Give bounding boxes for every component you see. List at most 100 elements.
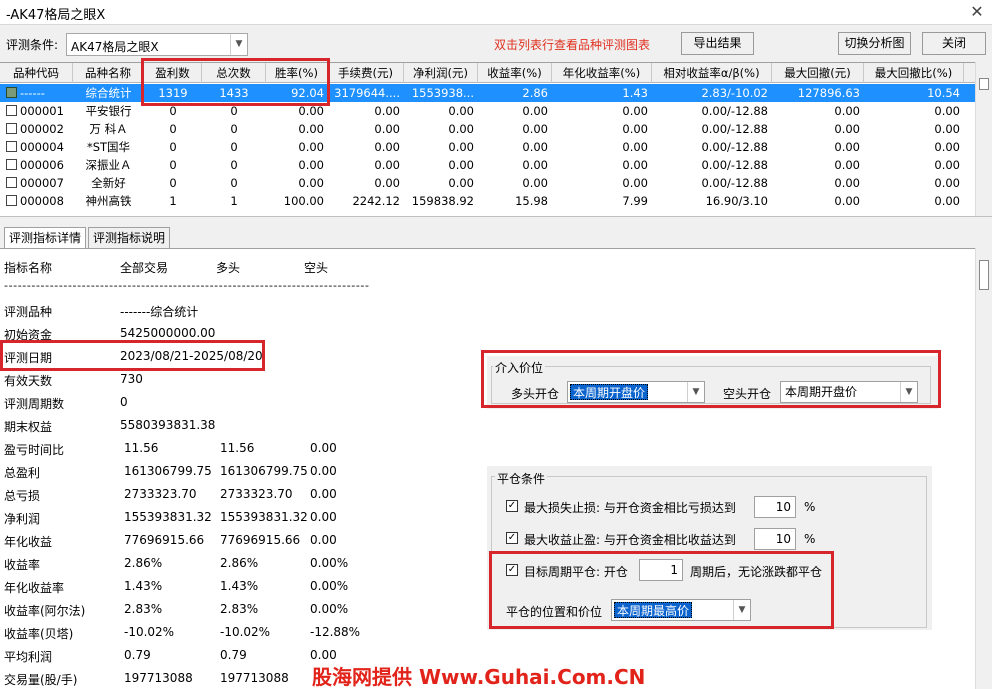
metric-name: 评测品种	[4, 305, 53, 319]
cell: 10.54	[927, 86, 960, 100]
table-row[interactable]: 000006 深振业Ａ 0 0 0.00 0.00 0.00 0.00 0.00 0.00/-12…	[0, 156, 975, 174]
take-profit-checkbox[interactable]: ✓	[506, 532, 518, 544]
cell: 综合统计	[85, 86, 132, 100]
cell-text: 000008	[20, 194, 64, 208]
row-checkbox[interactable]	[6, 87, 17, 98]
cell: 0.00	[448, 104, 474, 118]
metric-short: 0.00%	[310, 556, 349, 570]
toolbar: 评测条件: AK47格局之眼X ▼ 双击列表行查看品种评测图表 导出结果 切换分…	[0, 24, 992, 62]
cell-text: ------	[20, 86, 45, 100]
hint-text: 双击列表行查看品种评测图表	[494, 38, 651, 52]
cell: 0	[169, 176, 177, 190]
col-header-code[interactable]: 品种代码	[0, 63, 73, 83]
metric-short: 0.00	[310, 533, 337, 547]
row-checkbox[interactable]	[6, 177, 17, 188]
cell: *ST国华	[86, 140, 131, 154]
metric-all: 11.56	[124, 441, 159, 455]
metric-all: -10.02%	[124, 625, 175, 639]
cell: 0.00	[934, 194, 960, 208]
metric-all: 5425000000.00	[120, 326, 216, 340]
details-scrollbar[interactable]	[975, 248, 992, 689]
cell: 0	[230, 176, 238, 190]
cell: 0.00	[622, 104, 648, 118]
cell: 3179644....	[334, 86, 400, 100]
row-checkbox[interactable]	[6, 141, 17, 152]
metric-long: 0.79	[220, 648, 247, 662]
stop-loss-label: 最大损失止损: 与开仓资金相比亏损达到	[524, 501, 736, 515]
cell: 1.43	[622, 86, 648, 100]
cell: 0	[169, 122, 177, 136]
chevron-down-icon[interactable]: ▼	[230, 34, 247, 55]
metric-all: 730	[120, 372, 143, 386]
percent-unit: %	[804, 500, 816, 514]
col-header-annual[interactable]: 年化收益率(%)	[552, 63, 652, 83]
cell-text: 000001	[20, 104, 64, 118]
metric-name: 平均利润	[4, 650, 53, 664]
cell-code: 000008	[0, 192, 73, 210]
metric-all: 2733323.70	[124, 487, 197, 501]
col-header-fee[interactable]: 手续费(元)	[328, 63, 404, 83]
tab-description[interactable]: 评测指标说明	[88, 227, 171, 249]
stop-loss-checkbox[interactable]: ✓	[506, 500, 518, 512]
condition-label: 评测条件:	[6, 38, 59, 52]
cell: 神州高铁	[85, 194, 132, 208]
cell-code: 000006	[0, 156, 73, 174]
details-header-name: 指标名称	[4, 261, 53, 275]
cell: 2.86	[522, 86, 548, 100]
row-checkbox[interactable]	[6, 159, 17, 170]
details-header-long: 多头	[216, 261, 241, 275]
cell-code: 000002	[0, 120, 73, 138]
table-row[interactable]: 000008 神州高铁 1 1 100.00 2242.12 159838.92 15.98 7…	[0, 192, 975, 210]
cell: 1	[230, 194, 238, 208]
close-button[interactable]: 关闭	[922, 32, 986, 55]
cell: 127896.63	[797, 86, 860, 100]
col-header-name[interactable]: 品种名称	[73, 63, 144, 83]
grid-scrollbar[interactable]	[975, 62, 992, 216]
stop-loss-input[interactable]: 10	[754, 496, 796, 518]
row-checkbox[interactable]	[6, 105, 17, 116]
col-header-netprofit[interactable]: 净利润(元)	[404, 63, 478, 83]
metric-all: 0.79	[124, 648, 151, 662]
window-close-icon[interactable]: ✕	[966, 1, 988, 23]
scroll-thumb[interactable]	[979, 78, 989, 90]
cell: 0.00	[834, 158, 860, 172]
metric-short: 0.00	[310, 464, 337, 478]
col-header-return[interactable]: 收益率(%)	[478, 63, 552, 83]
highlight-box-stats	[141, 58, 330, 106]
col-header-maxdd[interactable]: 最大回撤(元)	[772, 63, 864, 83]
table-row[interactable]: 000004 *ST国华 0 0 0.00 0.00 0.00 0.00 0.00 0.00/-1…	[0, 138, 975, 156]
cell: 0.00	[374, 140, 400, 154]
cell: 0	[230, 158, 238, 172]
metric-name: 总盈利	[4, 466, 41, 480]
cell: 万 科Ａ	[89, 122, 128, 136]
cell: 0.00	[374, 176, 400, 190]
metric-all: 1.43%	[124, 579, 163, 593]
row-checkbox[interactable]	[6, 123, 17, 134]
cell: 0.00	[522, 104, 548, 118]
percent-unit: %	[804, 532, 816, 546]
cell: 1553938...	[411, 86, 474, 100]
table-row[interactable]: 000002 万 科Ａ 0 0 0.00 0.00 0.00 0.00 0.00 0.00/-12…	[0, 120, 975, 138]
tab-details[interactable]: 评测指标详情	[4, 227, 87, 250]
highlight-box-date	[0, 340, 265, 371]
col-header-relative[interactable]: 相对收益率α/β(%)	[652, 63, 772, 83]
condition-select[interactable]: AK47格局之眼X ▼	[66, 33, 248, 56]
cell: 159838.92	[411, 194, 474, 208]
close-group-title: 平仓条件	[495, 470, 548, 487]
metric-all: 77696915.66	[124, 533, 205, 547]
col-header-maxddratio[interactable]: 最大回撤比(%)	[864, 63, 964, 83]
cell: 0.00	[934, 176, 960, 190]
scroll-thumb[interactable]	[979, 260, 989, 290]
cell-code: 000007	[0, 174, 73, 192]
switch-chart-button[interactable]: 切换分析图	[838, 32, 911, 55]
row-checkbox[interactable]	[6, 195, 17, 206]
metric-short: 0.00	[310, 441, 337, 455]
take-profit-input[interactable]: 10	[754, 528, 796, 550]
cell: 0.00/-12.88	[701, 122, 768, 136]
metric-name: 交易量(股/手)	[4, 673, 78, 687]
table-row[interactable]: 000007 全新好 0 0 0.00 0.00 0.00 0.00 0.00 0.00/-12.…	[0, 174, 975, 192]
export-button[interactable]: 导出结果	[681, 32, 754, 55]
cell: 0.00/-12.88	[701, 140, 768, 154]
cell: 0.00	[622, 158, 648, 172]
metric-name: 年化收益	[4, 535, 53, 549]
